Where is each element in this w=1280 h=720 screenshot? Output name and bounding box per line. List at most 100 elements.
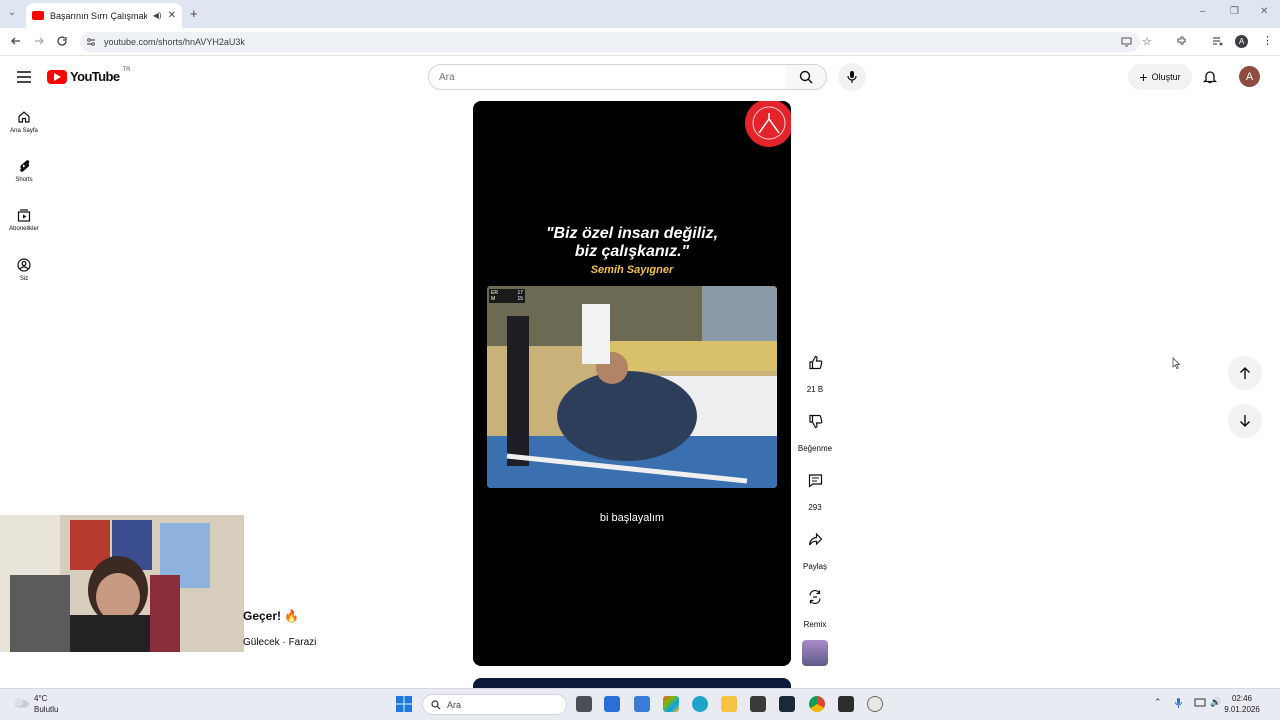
share-icon [798, 522, 832, 556]
billiards-clip-frame [487, 286, 777, 488]
webcam-overlay [0, 515, 244, 652]
extensions-icon[interactable] [1176, 36, 1187, 47]
url-text[interactable]: youtube.com/shorts/hnAVYH2aU3k [104, 37, 245, 47]
profile-avatar[interactable]: A [1235, 35, 1248, 48]
quote-text: "Biz özel insan değiliz, biz çalışkanız.… [473, 225, 791, 261]
youtube-wordmark: YouTube [70, 69, 120, 84]
voice-search-button[interactable] [838, 63, 866, 91]
notifications-bell-icon[interactable] [1203, 69, 1217, 84]
overlay-subtitle: Gülecek · Farazi [243, 637, 317, 648]
file-explorer-icon[interactable] [721, 696, 737, 712]
like-count: 21 B [806, 385, 824, 394]
next-short-button[interactable] [1228, 404, 1262, 438]
comment-icon [798, 463, 832, 497]
thumbs-up-icon [798, 345, 832, 379]
tray-overflow-icon[interactable]: ⌃ [1154, 697, 1162, 708]
youtube-logo[interactable]: YouTube TR [47, 67, 130, 84]
arrow-down-icon [1240, 415, 1250, 427]
taskbar-clock-time[interactable]: 02:46 [1222, 694, 1262, 703]
task-view-icon[interactable] [576, 696, 592, 712]
share-button[interactable]: Paylaş [793, 522, 837, 571]
create-label: Oluştur [1151, 72, 1181, 82]
quote-line: biz çalışkanız." [574, 243, 690, 260]
plus-icon: + [1139, 69, 1148, 85]
sidebar-item-label: Abonelikler [9, 226, 39, 232]
search-input[interactable] [439, 65, 769, 89]
chrome-icon[interactable] [809, 696, 825, 712]
bookmark-star-icon[interactable]: ☆ [1142, 35, 1152, 48]
microphone-tray-icon[interactable] [1174, 697, 1183, 709]
mouse-cursor-icon [1172, 357, 1181, 369]
microphone-icon [847, 71, 857, 83]
tab-search-button[interactable]: ⌄ [8, 7, 16, 18]
taskbar-search-placeholder: Ara [447, 699, 462, 710]
app-icon-2[interactable] [867, 696, 883, 712]
weather-temperature[interactable]: 4°C [34, 694, 47, 703]
quote-author: Semih Sayıgner [590, 264, 674, 276]
search-box [428, 64, 786, 90]
search-icon [431, 699, 441, 709]
search-button[interactable] [785, 64, 827, 90]
reload-icon[interactable] [56, 35, 68, 47]
score-team-code: M [491, 296, 496, 302]
remix-button[interactable]: Remix [793, 580, 837, 629]
sidebar-item-subscriptions[interactable]: Abonelikler [0, 208, 48, 252]
copilot-icon[interactable] [663, 696, 679, 712]
forward-icon[interactable] [33, 35, 45, 47]
remix-icon [798, 580, 832, 614]
store-icon[interactable] [750, 696, 766, 712]
calculator-icon[interactable] [634, 696, 650, 712]
channel-logo [743, 101, 791, 151]
minimize-button[interactable]: – [1200, 6, 1206, 17]
create-button[interactable]: + Oluştur [1128, 64, 1192, 90]
youtube-play-logo-icon [47, 69, 67, 84]
subscriptions-icon [17, 209, 31, 222]
overlay-title: Geçer! 🔥 [243, 609, 300, 623]
app-icon-1[interactable] [604, 696, 620, 712]
tab-audio-icon[interactable]: ◀) [153, 11, 162, 20]
browser-menu-icon[interactable]: ⋮ [1262, 34, 1273, 47]
media-controls-icon[interactable] [1212, 36, 1223, 47]
account-avatar[interactable]: A [1239, 66, 1260, 87]
epic-games-icon[interactable] [838, 696, 854, 712]
taskbar-search[interactable]: Ara [422, 694, 567, 715]
remix-label: Remix [803, 620, 827, 629]
scoreboard: ER 17 M 15 [489, 289, 525, 303]
comments-button[interactable]: 293 [793, 463, 837, 512]
dislike-label: Beğenme [797, 444, 833, 453]
hamburger-menu-icon[interactable] [17, 71, 31, 83]
back-icon[interactable] [10, 35, 22, 47]
you-icon [17, 258, 31, 272]
home-icon [18, 111, 30, 123]
sound-thumbnail[interactable] [802, 640, 828, 666]
network-icon[interactable] [1194, 698, 1206, 708]
search-icon [799, 70, 812, 84]
steam-icon[interactable] [779, 696, 795, 712]
score-value: 15 [517, 296, 523, 302]
close-window-button[interactable]: ✕ [1260, 6, 1268, 17]
sidebar-item-shorts[interactable]: Shorts [0, 159, 48, 203]
weather-description[interactable]: Bulutlu [34, 705, 58, 714]
weather-icon[interactable] [12, 695, 30, 709]
previous-short-button[interactable] [1228, 356, 1262, 390]
sidebar-item-home[interactable]: Ana Sayfa [0, 110, 48, 154]
windows-start-icon[interactable] [396, 696, 412, 712]
maximize-button[interactable]: ❐ [1230, 6, 1239, 17]
arrow-up-icon [1240, 367, 1250, 379]
sidebar-item-label: Siz [19, 276, 29, 282]
sidebar-item-you[interactable]: Siz [0, 258, 48, 302]
browser-tab[interactable]: Başarının Sırrı Çalışmaktan ◀) ✕ [26, 3, 182, 28]
like-button[interactable]: 21 B [793, 345, 837, 394]
volume-icon[interactable]: 🔊 [1210, 697, 1221, 708]
taskbar-clock-date[interactable]: 9.01.2026 [1222, 705, 1262, 714]
tab-close-icon[interactable]: ✕ [168, 10, 176, 21]
sidebar-item-label: Ana Sayfa [10, 128, 38, 134]
site-info-icon[interactable] [86, 37, 96, 47]
dislike-button[interactable]: Beğenme [793, 404, 837, 453]
install-app-icon[interactable] [1121, 36, 1132, 47]
new-tab-button[interactable]: + [190, 6, 198, 21]
thumbs-down-icon [798, 404, 832, 438]
shorts-video-player[interactable]: "Biz özel insan değiliz, biz çalışkanız.… [473, 101, 791, 666]
comment-count: 293 [808, 503, 822, 512]
edge-icon[interactable] [692, 696, 708, 712]
